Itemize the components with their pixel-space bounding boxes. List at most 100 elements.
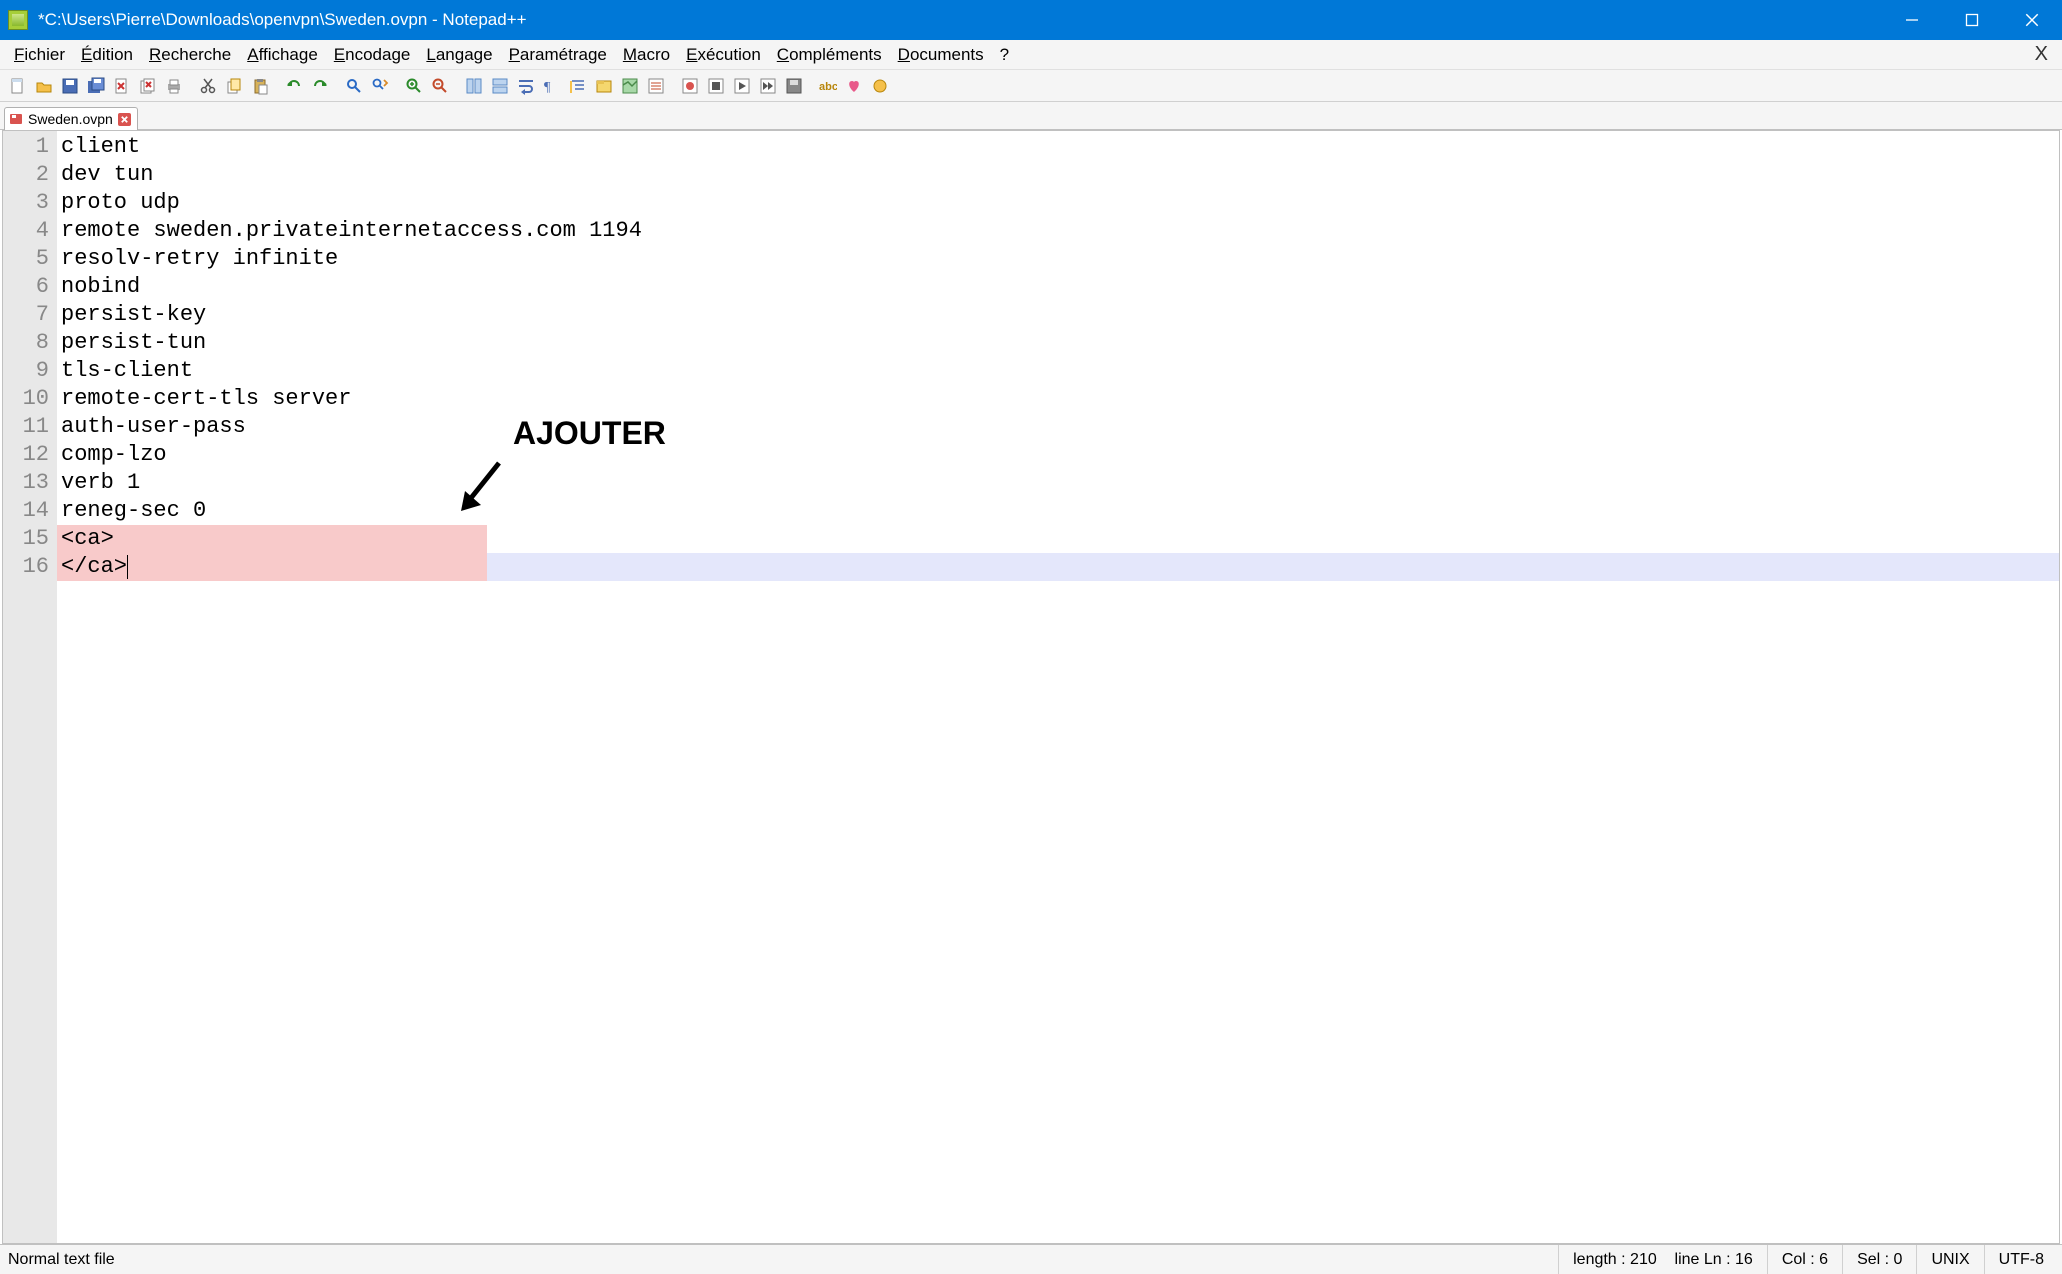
func-list-button[interactable]	[644, 74, 668, 98]
svg-text:¶: ¶	[544, 80, 551, 95]
window-buttons	[1882, 0, 2062, 40]
editor[interactable]: 12345678910111213141516 AJOUTER clientde…	[3, 131, 2059, 1243]
line-number: 4	[13, 217, 49, 245]
menu-parametrage[interactable]: Paramétrage	[501, 43, 615, 67]
wrap-button[interactable]	[514, 74, 538, 98]
paste-button[interactable]	[248, 74, 272, 98]
record-button[interactable]	[678, 74, 702, 98]
menu-recherche[interactable]: Recherche	[141, 43, 239, 67]
line-number: 15	[13, 525, 49, 553]
toolbar: ¶ abc	[0, 70, 2062, 102]
status-length: length : 210 line Ln : 16	[1558, 1245, 1767, 1274]
heart-button[interactable]	[842, 74, 866, 98]
menu-fichier[interactable]: Fichier	[6, 43, 73, 67]
show-all-button[interactable]: ¶	[540, 74, 564, 98]
copy-button[interactable]	[222, 74, 246, 98]
file-modified-icon	[9, 112, 23, 126]
status-encoding: UTF-8	[1984, 1245, 2058, 1274]
menu-complements[interactable]: Compléments	[769, 43, 890, 67]
code-line[interactable]: reneg-sec 0	[57, 497, 2059, 525]
close-button[interactable]	[110, 74, 134, 98]
menu-documents[interactable]: Documents	[890, 43, 992, 67]
menu-langage[interactable]: Langage	[418, 43, 500, 67]
code-line[interactable]: persist-tun	[57, 329, 2059, 357]
code-line[interactable]: verb 1	[57, 469, 2059, 497]
menu-affichage[interactable]: Affichage	[239, 43, 326, 67]
sync-h-button[interactable]	[488, 74, 512, 98]
code-line[interactable]: <ca>	[57, 525, 2059, 553]
indent-guide-button[interactable]	[566, 74, 590, 98]
replace-button[interactable]	[368, 74, 392, 98]
menu-edition[interactable]: Édition	[73, 43, 141, 67]
play-multi-button[interactable]	[756, 74, 780, 98]
code-line[interactable]: </ca>	[57, 553, 2059, 581]
code-line[interactable]: resolv-retry infinite	[57, 245, 2059, 273]
app-icon	[8, 10, 28, 30]
app-window: *C:\Users\Pierre\Downloads\openvpn\Swede…	[0, 0, 2062, 1274]
line-number: 2	[13, 161, 49, 189]
line-number: 5	[13, 245, 49, 273]
window-title: *C:\Users\Pierre\Downloads\openvpn\Swede…	[36, 10, 1882, 30]
line-number: 14	[13, 497, 49, 525]
find-button[interactable]	[342, 74, 366, 98]
line-number: 11	[13, 413, 49, 441]
sync-v-button[interactable]	[462, 74, 486, 98]
redo-button[interactable]	[308, 74, 332, 98]
tabbar: Sweden.ovpn	[0, 102, 2062, 130]
cut-button[interactable]	[196, 74, 220, 98]
status-col: Col : 6	[1767, 1245, 1842, 1274]
line-number: 7	[13, 301, 49, 329]
line-number: 13	[13, 469, 49, 497]
folder-button[interactable]	[592, 74, 616, 98]
doc-map-button[interactable]	[618, 74, 642, 98]
code-line[interactable]: proto udp	[57, 189, 2059, 217]
status-filetype: Normal text file	[4, 1251, 1558, 1269]
new-file-button[interactable]	[6, 74, 30, 98]
menu-encodage[interactable]: Encodage	[326, 43, 419, 67]
status-eol: UNIX	[1916, 1245, 1983, 1274]
spell-button[interactable]: abc	[816, 74, 840, 98]
donate-button[interactable]	[868, 74, 892, 98]
print-button[interactable]	[162, 74, 186, 98]
code-line[interactable]: persist-key	[57, 301, 2059, 329]
save-all-button[interactable]	[84, 74, 108, 98]
code-line[interactable]: tls-client	[57, 357, 2059, 385]
code-line[interactable]: client	[57, 133, 2059, 161]
undo-button[interactable]	[282, 74, 306, 98]
stop-button[interactable]	[704, 74, 728, 98]
minimize-button[interactable]	[1882, 0, 1942, 40]
menu-macro[interactable]: Macro	[615, 43, 678, 67]
tab-sweden-ovpn[interactable]: Sweden.ovpn	[4, 107, 138, 130]
code-line[interactable]: dev tun	[57, 161, 2059, 189]
line-number: 8	[13, 329, 49, 357]
text-cursor	[127, 555, 128, 579]
titlebar[interactable]: *C:\Users\Pierre\Downloads\openvpn\Swede…	[0, 0, 2062, 40]
play-button[interactable]	[730, 74, 754, 98]
close-all-button[interactable]	[136, 74, 160, 98]
menubar: FichierÉditionRechercheAffichageEncodage…	[0, 40, 2062, 70]
code-line[interactable]: comp-lzo	[57, 441, 2059, 469]
code-column[interactable]: AJOUTER clientdev tunproto udpremote swe…	[57, 131, 2059, 1243]
line-number: 3	[13, 189, 49, 217]
menubar-close-x[interactable]: X	[2027, 43, 2056, 66]
save-macro-button[interactable]	[782, 74, 806, 98]
close-button[interactable]	[2002, 0, 2062, 40]
line-number: 9	[13, 357, 49, 385]
tab-label: Sweden.ovpn	[28, 111, 113, 127]
save-button[interactable]	[58, 74, 82, 98]
editor-area: 12345678910111213141516 AJOUTER clientde…	[2, 130, 2060, 1244]
zoom-out-button[interactable]	[428, 74, 452, 98]
status-sel: Sel : 0	[1842, 1245, 1916, 1274]
line-number: 6	[13, 273, 49, 301]
menu-[interactable]: ?	[992, 43, 1017, 67]
code-line[interactable]: nobind	[57, 273, 2059, 301]
maximize-button[interactable]	[1942, 0, 2002, 40]
zoom-in-button[interactable]	[402, 74, 426, 98]
code-line[interactable]: remote sweden.privateinternetaccess.com …	[57, 217, 2059, 245]
code-line[interactable]: remote-cert-tls server	[57, 385, 2059, 413]
menu-execution[interactable]: Exécution	[678, 43, 769, 67]
code-line[interactable]: auth-user-pass	[57, 413, 2059, 441]
svg-text:abc: abc	[819, 81, 837, 93]
open-file-button[interactable]	[32, 74, 56, 98]
tab-close-icon[interactable]	[118, 113, 131, 126]
